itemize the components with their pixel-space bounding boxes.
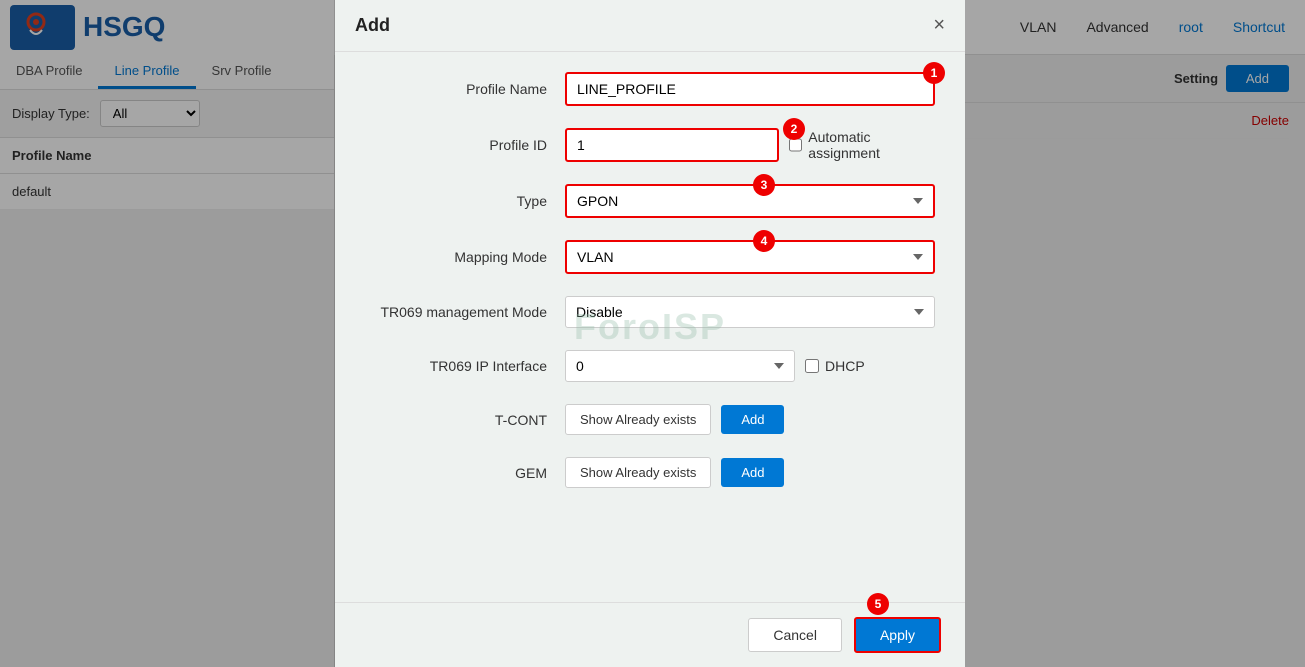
dhcp-text: DHCP xyxy=(825,358,865,374)
dhcp-label: DHCP xyxy=(805,358,865,374)
gem-label: GEM xyxy=(365,465,565,481)
badge-2: 2 xyxy=(783,118,805,140)
badge-3: 3 xyxy=(753,174,775,196)
type-label: Type xyxy=(365,193,565,209)
profile-id-label: Profile ID xyxy=(365,137,565,153)
tcont-add-button[interactable]: Add xyxy=(721,405,784,434)
mapping-mode-row: 4 Mapping Mode VLAN GEM Port xyxy=(365,240,935,274)
auto-assignment-text: Automatic assignment xyxy=(808,129,935,161)
tr069-mode-label: TR069 management Mode xyxy=(365,304,565,320)
type-row: 3 Type GPON EPON XGS-PON xyxy=(365,184,935,218)
modal-close-button[interactable]: × xyxy=(933,14,945,37)
tr069-mode-select[interactable]: Disable Enable xyxy=(565,296,935,328)
apply-button[interactable]: Apply xyxy=(854,617,941,653)
mapping-mode-select[interactable]: VLAN GEM Port xyxy=(565,240,935,274)
profile-id-row: 2 Profile ID Automatic assignment xyxy=(365,128,935,162)
tcont-show-button[interactable]: Show Already exists xyxy=(565,404,711,435)
gem-show-button[interactable]: Show Already exists xyxy=(565,457,711,488)
modal-body: ForoISP 1 Profile Name 2 Profile ID Auto… xyxy=(335,52,965,602)
modal-dialog: Add × ForoISP 1 Profile Name 2 Profile I… xyxy=(335,0,965,667)
badge-1: 1 xyxy=(923,62,945,84)
dhcp-checkbox[interactable] xyxy=(805,359,819,373)
tr069-ip-select[interactable]: 0 xyxy=(565,350,795,382)
profile-name-label: Profile Name xyxy=(365,81,565,97)
modal-title: Add xyxy=(355,15,390,36)
tr069-ip-label: TR069 IP Interface xyxy=(365,358,565,374)
auto-assignment-checkbox[interactable] xyxy=(789,138,802,152)
badge-5: 5 xyxy=(867,593,889,615)
modal-footer: 5 Cancel Apply xyxy=(335,602,965,667)
gem-add-button[interactable]: Add xyxy=(721,458,784,487)
profile-id-input[interactable] xyxy=(565,128,779,162)
mapping-mode-label: Mapping Mode xyxy=(365,249,565,265)
tr069-mode-row: TR069 management Mode Disable Enable xyxy=(365,296,935,328)
auto-assignment-label: Automatic assignment xyxy=(789,129,935,161)
badge-4: 4 xyxy=(753,230,775,252)
type-select[interactable]: GPON EPON XGS-PON xyxy=(565,184,935,218)
profile-name-input[interactable] xyxy=(565,72,935,106)
tcont-label: T-CONT xyxy=(365,412,565,428)
tcont-row: T-CONT Show Already exists Add xyxy=(365,404,935,435)
cancel-button[interactable]: Cancel xyxy=(748,618,842,652)
gem-row: GEM Show Already exists Add xyxy=(365,457,935,488)
tr069-ip-row: TR069 IP Interface 0 DHCP xyxy=(365,350,935,382)
profile-name-row: 1 Profile Name xyxy=(365,72,935,106)
modal-header: Add × xyxy=(335,0,965,52)
